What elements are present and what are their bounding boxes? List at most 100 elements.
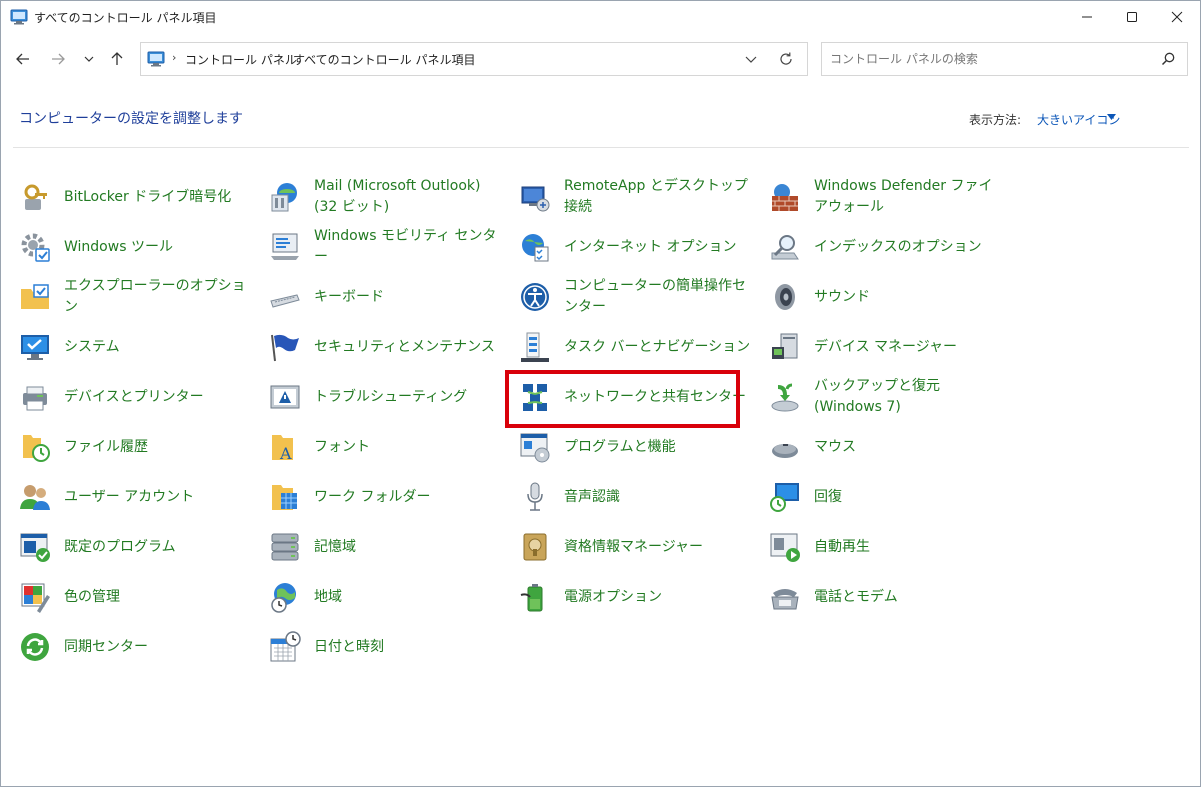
item-programs-features[interactable]: プログラムと機能 (519, 423, 759, 471)
arrow-left-icon (16, 53, 29, 65)
navigation-bar: › コントロール パネル › すべてのコントロール パネル項目 (1, 33, 1200, 85)
close-button[interactable] (1154, 1, 1200, 33)
refresh-icon[interactable] (777, 50, 795, 68)
item-label: インデックスのオプション (814, 238, 982, 255)
minimize-icon (1082, 16, 1092, 18)
backup-icon (771, 383, 799, 412)
recovery-icon (770, 483, 799, 512)
item-bitlocker[interactable]: BitLocker ドライブ暗号化 (19, 173, 259, 221)
mobility-center-icon (271, 233, 299, 260)
item-fonts[interactable]: A フォント (269, 423, 509, 471)
item-default-programs[interactable]: 既定のプログラム (19, 523, 259, 571)
chevron-down-icon (84, 56, 94, 62)
header-divider (13, 147, 1189, 148)
item-keyboard[interactable]: キーボード (269, 273, 509, 321)
item-date-time[interactable]: 日付と時刻 (269, 623, 509, 671)
item-label: フォント (314, 438, 370, 455)
firewall-icon (772, 184, 798, 211)
item-label: Mail (Microsoft Outlook) (32 ビット) (314, 178, 481, 215)
default-programs-icon (20, 533, 50, 562)
keyboard-icon (270, 294, 300, 308)
date-time-icon (270, 631, 301, 662)
user-accounts-icon (20, 485, 50, 510)
page-title: コンピューターの設定を調整します (19, 111, 243, 127)
item-label: 記憶域 (314, 538, 356, 555)
search-input[interactable] (830, 50, 1150, 68)
item-recovery[interactable]: 回復 (769, 473, 1009, 521)
item-autoplay[interactable]: 自動再生 (769, 523, 1009, 571)
item-label: 地域 (314, 588, 342, 605)
arrow-right-icon (52, 53, 65, 65)
up-button[interactable] (105, 47, 129, 71)
breadcrumb-all-items[interactable]: すべてのコントロール パネル項目 (293, 51, 476, 68)
item-label: ファイル履歴 (64, 438, 148, 455)
item-devices-printers[interactable]: デバイスとプリンター (19, 373, 259, 421)
bitlocker-icon (24, 184, 47, 210)
item-label: システム (64, 338, 120, 355)
window-title: すべてのコントロール パネル項目 (34, 11, 217, 25)
item-indexing-options[interactable]: インデックスのオプション (769, 223, 1009, 271)
item-sync-center[interactable]: 同期センター (19, 623, 259, 671)
item-label: トラブルシューティング (314, 388, 468, 405)
item-internet-options[interactable]: インターネット オプション (519, 223, 759, 271)
item-ease-of-access[interactable]: コンピューターの簡単操作センター (519, 273, 759, 321)
search-icon[interactable] (1160, 51, 1176, 67)
item-label: 色の管理 (64, 588, 120, 605)
remoteapp-icon (521, 186, 550, 212)
item-label: 日付と時刻 (314, 638, 384, 655)
item-storage[interactable]: 記憶域 (269, 523, 509, 571)
item-power-options[interactable]: 電源オプション (519, 573, 759, 621)
item-work-folders[interactable]: ワーク フォルダー (269, 473, 509, 521)
back-button[interactable] (11, 47, 35, 71)
system-icon (21, 335, 49, 360)
item-speech-recognition[interactable]: 音声認識 (519, 473, 759, 521)
item-windows-tools[interactable]: Windows ツール (19, 223, 259, 271)
programs-icon (520, 433, 550, 463)
breadcrumb-separator-icon: › (172, 51, 177, 64)
item-label: タスク バーとナビゲーション (564, 338, 751, 355)
title-bar: すべてのコントロール パネル項目 (1, 1, 1200, 33)
item-label: Windows ツール (64, 238, 173, 255)
item-security-maintenance[interactable]: セキュリティとメンテナンス (269, 323, 509, 371)
credential-manager-icon (523, 533, 547, 561)
fonts-icon: A (272, 435, 293, 463)
item-remoteapp[interactable]: RemoteApp とデスクトップ接続 (519, 173, 759, 221)
windows-tools-icon (21, 233, 50, 262)
address-bar[interactable]: › コントロール パネル › すべてのコントロール パネル項目 (140, 42, 808, 76)
item-firewall[interactable]: Windows Defender ファイアウォール (769, 173, 1009, 221)
search-box[interactable] (821, 42, 1188, 76)
item-phone-modem[interactable]: 電話とモデム (769, 573, 1009, 621)
item-user-accounts[interactable]: ユーザー アカウント (19, 473, 259, 521)
item-system[interactable]: システム (19, 323, 259, 371)
item-taskbar[interactable]: タスク バーとナビゲーション (519, 323, 759, 371)
control-panel-icon (147, 51, 165, 67)
item-explorer-options[interactable]: エクスプローラーのオプション (19, 273, 259, 321)
storage-icon (271, 533, 299, 561)
item-backup-restore[interactable]: バックアップと復元 (Windows 7) (769, 373, 1009, 421)
item-credential-manager[interactable]: 資格情報マネージャー (519, 523, 759, 571)
control-panel-window: すべてのコントロール パネル項目 › コントロール パネル › すべてのコントロ… (0, 0, 1201, 787)
caret-down-icon[interactable] (1107, 114, 1116, 120)
item-sound[interactable]: サウンド (769, 273, 1009, 321)
item-label: 電話とモデム (814, 588, 898, 605)
device-manager-icon (772, 333, 798, 359)
mail-icon (271, 183, 297, 212)
maximize-button[interactable] (1109, 1, 1155, 33)
item-region[interactable]: 地域 (269, 573, 509, 621)
item-mobility-center[interactable]: Windows モビリティ センター (269, 223, 509, 271)
item-label: Windows Defender ファイアウォール (814, 178, 993, 215)
item-color-management[interactable]: 色の管理 (19, 573, 259, 621)
item-device-manager[interactable]: デバイス マネージャー (769, 323, 1009, 371)
recent-locations-button[interactable] (77, 47, 101, 71)
chevron-down-icon[interactable] (743, 51, 759, 67)
maximize-icon (1127, 12, 1137, 22)
item-troubleshooting[interactable]: トラブルシューティング (269, 373, 509, 421)
file-history-icon (23, 435, 50, 462)
item-file-history[interactable]: ファイル履歴 (19, 423, 259, 471)
forward-button[interactable] (46, 47, 70, 71)
item-label: デバイス マネージャー (814, 338, 958, 355)
minimize-button[interactable] (1064, 1, 1110, 33)
item-mouse[interactable]: マウス (769, 423, 1009, 471)
item-label: コンピューターの簡単操作センター (564, 278, 746, 315)
item-mail[interactable]: Mail (Microsoft Outlook) (32 ビット) (269, 173, 509, 221)
